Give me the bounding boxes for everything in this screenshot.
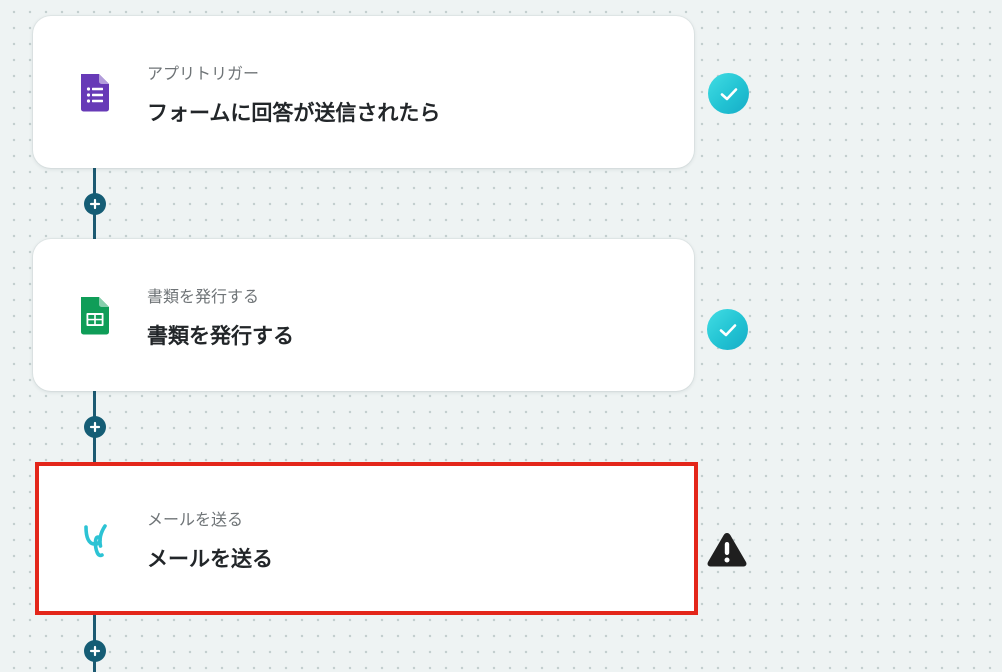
plus-icon xyxy=(89,421,101,433)
step-subtitle: 書類を発行する xyxy=(147,287,260,306)
add-step-button[interactable] xyxy=(84,416,106,438)
step-status-warning xyxy=(706,530,748,568)
step-status-success xyxy=(707,309,748,350)
check-icon xyxy=(720,87,737,100)
flow-step-card[interactable]: 書類を発行する 書類を発行する xyxy=(33,239,694,391)
plus-icon xyxy=(89,198,101,210)
check-icon xyxy=(719,323,736,336)
yoom-mail-icon xyxy=(77,516,117,560)
plus-icon xyxy=(89,645,101,657)
add-step-button[interactable] xyxy=(84,640,106,662)
step-title: 書類を発行する xyxy=(147,324,294,348)
step-subtitle: アプリトリガー xyxy=(147,64,260,83)
step-title: メールを送る xyxy=(147,547,273,571)
flow-step-card[interactable]: メールを送る メールを送る xyxy=(35,462,698,615)
google-forms-icon xyxy=(75,71,115,115)
add-step-button[interactable] xyxy=(84,193,106,215)
step-status-success xyxy=(708,73,749,114)
flow-step-card[interactable]: アプリトリガー フォームに回答が送信されたら xyxy=(33,16,694,168)
warning-icon xyxy=(707,533,747,567)
step-title: フォームに回答が送信されたら xyxy=(147,101,441,125)
google-sheets-icon xyxy=(75,294,115,338)
step-subtitle: メールを送る xyxy=(147,510,244,529)
